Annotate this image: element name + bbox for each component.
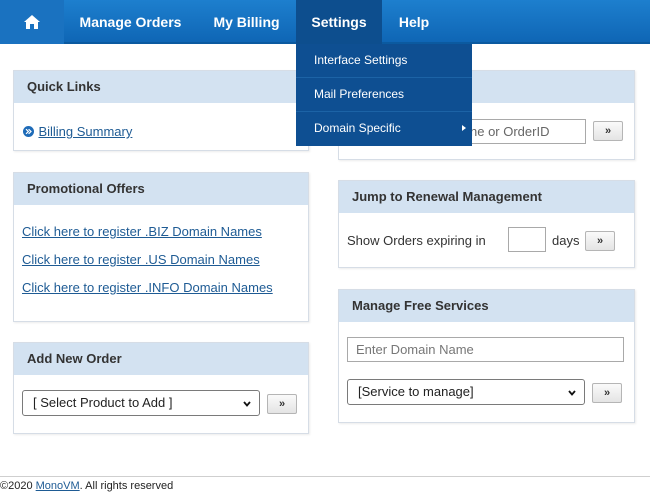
footer: ©2020 MonoVM. All rights reserved [0, 480, 173, 492]
renewal-days-label: days [552, 233, 580, 248]
promo-link-info[interactable]: Click here to register .INFO Domain Name… [22, 280, 273, 295]
nav-help[interactable]: Help [382, 0, 446, 44]
chevron-down-icon [243, 401, 251, 407]
submenu-arrow-icon [462, 125, 466, 131]
menu-item-domain-specific[interactable]: Domain Specific [296, 112, 472, 146]
footer-rights: . All rights reserved [79, 480, 174, 492]
free-services-go-button[interactable]: » [592, 383, 622, 403]
menu-item-label: Interface Settings [314, 53, 408, 67]
free-services-panel: Manage Free Services Enter Domain Name [… [338, 289, 635, 423]
nav-my-billing[interactable]: My Billing [197, 0, 296, 44]
promo-link-biz[interactable]: Click here to register .BIZ Domain Names [22, 224, 262, 239]
domain-name-input[interactable]: Enter Domain Name [347, 337, 624, 362]
free-services-title: Manage Free Services [339, 290, 634, 322]
home-icon [24, 15, 40, 29]
promotional-offers-panel: Promotional Offers Click here to registe… [13, 172, 309, 322]
chevron-down-icon [568, 390, 576, 396]
menu-item-label: Mail Preferences [314, 87, 405, 101]
promotional-offers-title: Promotional Offers [14, 173, 308, 205]
promo-link-us[interactable]: Click here to register .US Domain Names [22, 252, 260, 267]
billing-summary-row: Billing Summary [23, 123, 132, 141]
service-select[interactable]: [Service to manage] [347, 379, 585, 405]
renewal-title: Jump to Renewal Management [339, 181, 634, 213]
product-select-value: [ Select Product to Add ] [33, 395, 173, 410]
footer-divider [0, 476, 650, 477]
order-search-input[interactable]: ne or OrderID [461, 119, 586, 144]
quick-links-panel: Quick Links Billing Summary [13, 70, 309, 151]
footer-brand-link[interactable]: MonoVM [36, 480, 80, 492]
footer-copyright: ©2020 [0, 480, 33, 492]
search-go-button[interactable]: » [593, 121, 623, 141]
product-select[interactable]: [ Select Product to Add ] [22, 390, 260, 416]
arrow-circle-icon [23, 126, 34, 137]
nav-settings[interactable]: Settings [296, 0, 382, 44]
service-select-value: [Service to manage] [358, 384, 474, 399]
add-new-order-panel: Add New Order [ Select Product to Add ] … [13, 342, 309, 434]
settings-dropdown-menu: Interface Settings Mail Preferences Doma… [296, 44, 472, 146]
top-nav: Manage Orders My Billing Settings Help [0, 0, 650, 44]
renewal-panel: Jump to Renewal Management Show Orders e… [338, 180, 635, 268]
add-new-order-title: Add New Order [14, 343, 308, 375]
renewal-prefix-label: Show Orders expiring in [347, 233, 486, 248]
nav-manage-orders[interactable]: Manage Orders [64, 0, 197, 44]
billing-summary-link[interactable]: Billing Summary [38, 124, 132, 139]
quick-links-title: Quick Links [14, 71, 308, 103]
renewal-go-button[interactable]: » [585, 231, 615, 251]
renewal-days-input[interactable] [508, 227, 546, 252]
home-button[interactable] [0, 0, 64, 44]
menu-item-interface-settings[interactable]: Interface Settings [296, 44, 472, 78]
menu-item-label: Domain Specific [314, 121, 401, 135]
menu-item-mail-preferences[interactable]: Mail Preferences [296, 78, 472, 112]
add-order-go-button[interactable]: » [267, 394, 297, 414]
